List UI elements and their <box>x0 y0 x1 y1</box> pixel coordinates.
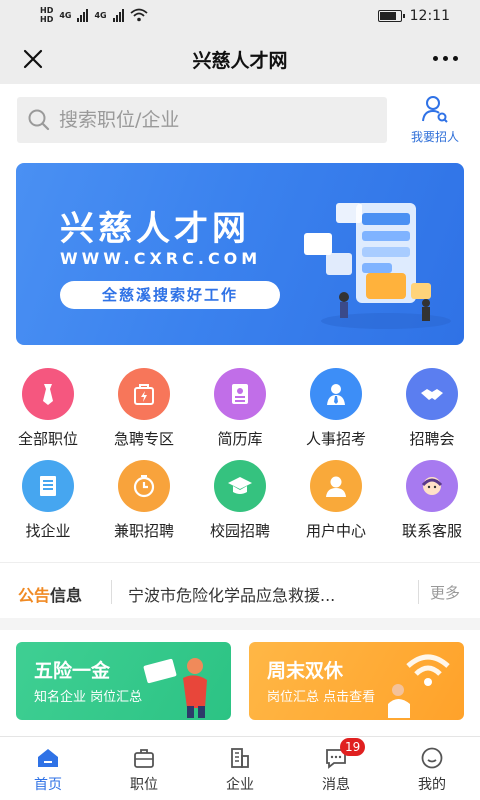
nav-label: 企业 <box>226 777 254 793</box>
nav-profile[interactable]: 我的 <box>384 737 480 800</box>
grid-item-job-fair[interactable]: 招聘会 <box>384 364 480 456</box>
grid-item-part-time[interactable]: 兼职招聘 <box>96 456 192 548</box>
feature-grid: 全部职位 急聘专区 简历库 人事招考 招聘会 找企业 兼职招聘 校园招聘 用户中… <box>0 364 480 548</box>
handshake-icon <box>406 368 458 420</box>
grid-item-urgent[interactable]: 急聘专区 <box>96 364 192 456</box>
nav-label: 首页 <box>34 777 62 793</box>
recruiter-icon <box>422 96 448 123</box>
grid-item-customer-service[interactable]: 联系客服 <box>384 456 480 548</box>
grid-label: 联系客服 <box>401 522 462 540</box>
grid-item-personnel-exam[interactable]: 人事招考 <box>288 364 384 456</box>
nav-messages[interactable]: 19 消息 <box>288 737 384 800</box>
profile-icon <box>421 747 443 769</box>
promo-banner[interactable]: 兴慈人才网 WWW.CXRC.COM 全慈溪搜索好工作 <box>16 163 464 345</box>
grid-label: 兼职招聘 <box>113 522 174 540</box>
notice-text[interactable]: 宁波市危险化学品应急救援... <box>128 582 335 606</box>
recruit-label: 我要招人 <box>410 130 459 144</box>
recruit-button[interactable]: 我要招人 <box>400 94 470 145</box>
briefcase-icon <box>134 749 154 768</box>
reading-person-illustration <box>143 658 207 718</box>
clock-icon <box>118 460 170 512</box>
nav-label: 我的 <box>418 777 446 793</box>
insurance-card[interactable]: 五险一金 知名企业 岗位汇总 <box>16 642 231 720</box>
search-bar[interactable] <box>17 97 387 143</box>
grid-item-all-jobs[interactable]: 全部职位 <box>0 364 96 456</box>
signal-group: HD HD 4G 4G <box>40 6 148 24</box>
grid-label: 找企业 <box>25 522 71 540</box>
search-input[interactable] <box>59 109 359 131</box>
nav-label: 消息 <box>322 777 350 793</box>
search-icon <box>28 109 50 131</box>
grid-label: 简历库 <box>217 430 263 448</box>
battery-icon <box>377 10 405 22</box>
clock: 12:11 <box>409 8 450 24</box>
divider <box>0 562 480 563</box>
grid-label: 全部职位 <box>17 430 78 448</box>
banner-title: 兴慈人才网 <box>60 209 250 249</box>
grid-item-user-center[interactable]: 用户中心 <box>288 456 384 548</box>
nav-jobs[interactable]: 职位 <box>96 737 192 800</box>
bottom-nav: 首页 职位 企业 19 消息 我的 <box>0 736 480 800</box>
section-spacer <box>0 618 480 630</box>
divider <box>111 580 112 604</box>
nav-label: 职位 <box>130 777 158 793</box>
card-subtitle: 岗位汇总 点击查看 <box>267 690 376 705</box>
grid-item-campus[interactable]: 校园招聘 <box>192 456 288 548</box>
more-options-icon[interactable] <box>433 56 458 61</box>
divider <box>418 580 419 604</box>
grid-label: 用户中心 <box>305 522 366 540</box>
card-subtitle: 知名企业 岗位汇总 <box>34 690 143 705</box>
grid-label: 招聘会 <box>409 430 455 448</box>
signal-icon-2 <box>112 8 124 22</box>
tie-icon <box>22 368 74 420</box>
page-title: 兴慈人才网 <box>192 50 288 72</box>
network-type-2: 4G <box>94 10 107 20</box>
card-title: 周末双休 <box>267 660 344 682</box>
status-right: 12:11 <box>377 8 450 24</box>
hd-indicator: HD HD <box>40 6 54 24</box>
grid-item-resume[interactable]: 简历库 <box>192 364 288 456</box>
notice-bar[interactable]: 公告信息 宁波市危险化学品应急救援... 更多 <box>0 570 480 614</box>
grid-item-find-company[interactable]: 找企业 <box>0 456 96 548</box>
notice-more-link[interactable]: 更多 <box>430 582 460 603</box>
network-type: 4G <box>59 10 72 20</box>
nav-home[interactable]: 首页 <box>0 737 96 800</box>
banner-slogan: 全慈溪搜索好工作 <box>60 281 280 309</box>
status-bar: HD HD 4G 4G 12:11 <box>0 0 480 34</box>
banner-illustration <box>304 203 451 329</box>
company-icon <box>22 460 74 512</box>
graduation-cap-icon <box>214 460 266 512</box>
grid-label: 急聘专区 <box>113 430 174 448</box>
home-icon <box>38 749 58 767</box>
grid-label: 校园招聘 <box>209 522 270 540</box>
urgent-bag-icon <box>118 368 170 420</box>
title-bar: 兴慈人才网 <box>0 34 480 84</box>
weekend-card[interactable]: 周末双休 岗位汇总 点击查看 <box>249 642 464 720</box>
banner-url: WWW.CXRC.COM <box>60 249 262 268</box>
unread-badge: 19 <box>340 738 366 756</box>
card-title: 五险一金 <box>34 660 111 682</box>
resume-icon <box>214 368 266 420</box>
notice-tag: 公告信息 <box>18 586 83 605</box>
service-icon <box>406 460 458 512</box>
nav-companies[interactable]: 企业 <box>192 737 288 800</box>
wifi-icon <box>130 8 148 22</box>
person-tie-icon <box>310 368 362 420</box>
grid-label: 人事招考 <box>305 430 366 448</box>
user-icon <box>310 460 362 512</box>
signal-icon <box>77 8 89 22</box>
building-icon <box>231 748 249 768</box>
wifi-person-illustration <box>388 654 450 718</box>
